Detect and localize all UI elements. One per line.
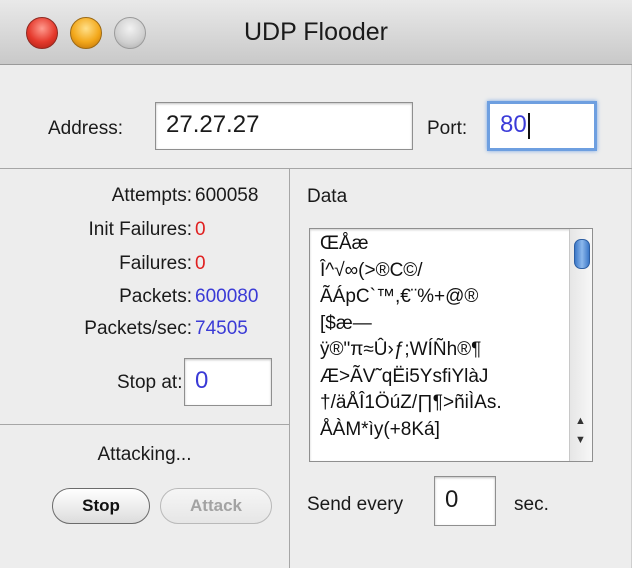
scroll-thumb[interactable] bbox=[574, 239, 590, 269]
send-every-label: Send every bbox=[307, 494, 404, 515]
stat-label-packets-per-sec: Packets/sec: bbox=[84, 318, 192, 339]
port-label: Port: bbox=[427, 118, 468, 139]
window-title: UDP Flooder bbox=[243, 18, 389, 46]
stat-label-failures: Failures: bbox=[119, 253, 192, 274]
stat-label-packets: Packets: bbox=[119, 286, 192, 307]
stat-label-init-failures: Init Failures: bbox=[88, 219, 192, 240]
data-content: ŒÅæ Î^√∞(>®C©/ ÃÁpC`™,€¨%+@® [$æ— ÿ®"π≈Û… bbox=[320, 233, 502, 440]
stat-value-attempts: 600058 bbox=[195, 185, 259, 206]
data-textarea[interactable]: ŒÅæ Î^√∞(>®C©/ ÃÁpC`™,€¨%+@® [$æ— ÿ®"π≈Û… bbox=[309, 228, 593, 462]
stat-value-failures: 0 bbox=[195, 253, 206, 274]
left-divider bbox=[0, 424, 289, 425]
status-text: Attacking... bbox=[97, 444, 192, 465]
stat-value-packets-per-sec: 74505 bbox=[195, 318, 248, 339]
send-every-unit: sec. bbox=[514, 494, 549, 515]
data-label: Data bbox=[307, 186, 348, 207]
vertical-divider bbox=[289, 168, 290, 568]
scroll-down-arrow-icon[interactable]: ▼ bbox=[575, 434, 586, 446]
stat-value-packets: 600080 bbox=[195, 286, 259, 307]
data-scrollbar[interactable]: ▲ ▼ bbox=[569, 229, 592, 461]
send-every-input[interactable]: 0 bbox=[434, 476, 496, 526]
app-window: UDP Flooder Address: 27.27.27 Port: 80 A… bbox=[0, 0, 632, 568]
top-divider bbox=[0, 168, 632, 169]
port-input[interactable]: 80 bbox=[487, 101, 597, 151]
stat-label-attempts: Attempts: bbox=[111, 185, 192, 206]
text-cursor bbox=[527, 112, 530, 139]
address-label: Address: bbox=[48, 118, 123, 139]
title-bar[interactable]: UDP Flooder bbox=[0, 0, 632, 65]
stat-value-init-failures: 0 bbox=[195, 219, 206, 240]
stop-at-label: Stop at: bbox=[117, 372, 183, 393]
scroll-up-arrow-icon[interactable]: ▲ bbox=[575, 415, 586, 427]
attack-button[interactable]: Attack bbox=[160, 488, 272, 524]
address-input[interactable]: 27.27.27 bbox=[155, 102, 413, 150]
port-value: 80 bbox=[500, 111, 527, 138]
stop-at-input[interactable]: 0 bbox=[184, 358, 272, 406]
stop-button[interactable]: Stop bbox=[52, 488, 150, 524]
